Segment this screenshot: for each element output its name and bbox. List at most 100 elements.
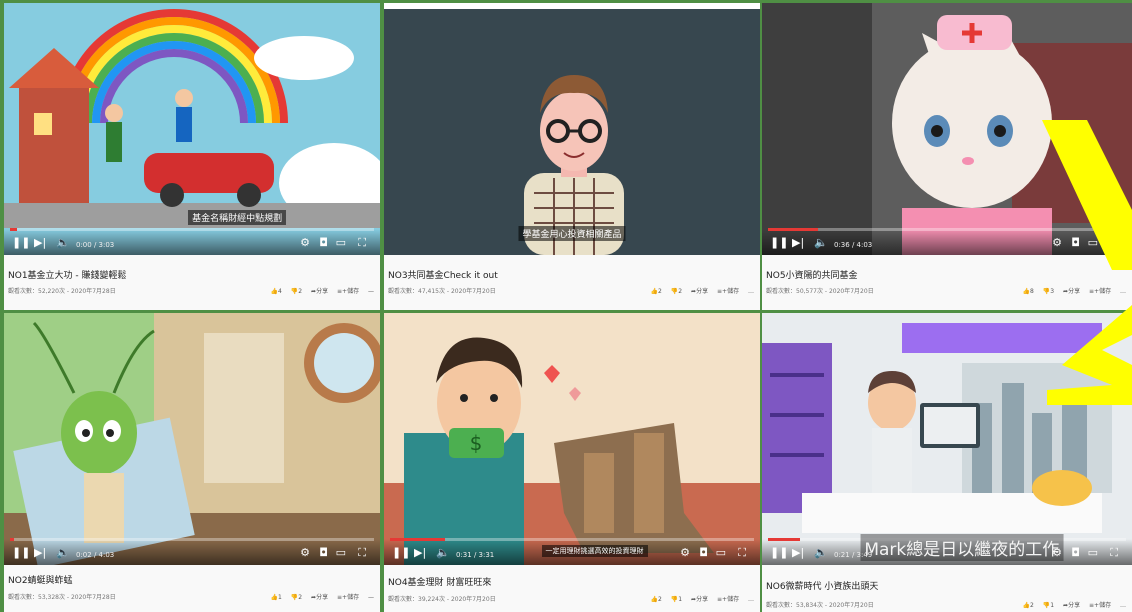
next-icon[interactable]: ▶| <box>34 546 46 560</box>
fullscreen-icon[interactable]: ⛶ <box>358 236 366 250</box>
share-icon[interactable]: ➦分享 <box>691 288 708 295</box>
dislike-count: 2 <box>298 594 303 601</box>
video-card-5[interactable]: $ 一定用理財挑選高效的投資理財 ❚❚ ▶| 🔈 0:31 / 3:31 ⚙ ◘… <box>384 313 760 612</box>
theater-icon[interactable]: ▭ <box>1088 546 1098 560</box>
volume-icon[interactable]: 🔈 <box>814 546 828 560</box>
video-card-2[interactable]: 學基金用心投資相關產品 NO3共同基金Check it out 觀看次數：47,… <box>384 3 760 310</box>
save-icon[interactable]: ≡+儲存 <box>1089 602 1111 609</box>
miniplayer-icon[interactable]: ◘ <box>699 546 708 560</box>
save-icon[interactable]: ≡+儲存 <box>717 596 739 603</box>
dislike-count: 1 <box>1050 602 1055 609</box>
svg-text:$: $ <box>470 431 483 455</box>
share-icon[interactable]: ➦分享 <box>311 594 328 601</box>
video-meta: 觀看次數：50,577次 - 2020年7月20日 <box>766 288 874 295</box>
video-thumbnail[interactable]: 基金名稱財經中點規劃 ❚❚ ▶| 🔈 0:00 / 3:03 ⚙ ◘ ▭ ⛶ <box>4 3 380 255</box>
video-actions: 👍1 👎2 ➦分享 ≡+儲存 — <box>264 592 374 601</box>
gear-icon[interactable]: ⚙ <box>1052 546 1062 560</box>
video-title[interactable]: NO4基金理財 財富旺旺來 <box>388 575 491 588</box>
theater-icon[interactable]: ▭ <box>336 236 346 250</box>
fullscreen-icon[interactable]: ⛶ <box>1110 546 1118 560</box>
save-label: 儲存 <box>347 288 360 295</box>
pause-icon[interactable]: ❚❚ <box>770 236 788 250</box>
video-actions: 👍2 👎2 ➦分享 ≡+儲存 … <box>644 286 754 295</box>
theater-icon[interactable]: ▭ <box>716 546 726 560</box>
video-thumbnail[interactable]: ❚❚ ▶| 🔈 0:02 / 4:03 ⚙ ◘ ▭ ⛶ <box>4 313 380 565</box>
save-icon[interactable]: ≡+儲存 <box>337 288 359 295</box>
video-actions: 👍2 👎1 ➦分享 ≡+儲存 … <box>644 594 754 603</box>
video-title[interactable]: NO3共同基金Check it out <box>388 268 498 281</box>
subtitle: 基金名稱財經中點規劃 <box>188 210 287 225</box>
time-display: 0:00 / 3:03 <box>76 241 115 249</box>
video-thumbnail[interactable]: $ 一定用理財挑選高效的投資理財 ❚❚ ▶| 🔈 0:31 / 3:31 ⚙ ◘… <box>384 313 760 565</box>
like-count: 4 <box>278 288 282 295</box>
thumbnail-art: $ <box>384 313 760 565</box>
thumbs-up-icon[interactable]: 👍2 <box>1023 602 1034 609</box>
progress-bar[interactable] <box>10 538 374 541</box>
volume-icon[interactable]: 🔈 <box>436 546 450 560</box>
progress-bar[interactable] <box>390 538 754 541</box>
thumbs-up-icon[interactable]: 👍2 <box>651 596 662 603</box>
thumbs-up-icon[interactable]: 👍8 <box>1023 288 1034 295</box>
volume-icon[interactable]: 🔈 <box>814 236 828 250</box>
pause-icon[interactable]: ❚❚ <box>392 546 410 560</box>
miniplayer-icon[interactable]: ◘ <box>319 546 328 560</box>
theater-icon[interactable]: ▭ <box>336 546 346 560</box>
more-icon[interactable]: … <box>748 288 754 295</box>
thumbs-up-icon[interactable]: 👍2 <box>651 288 662 295</box>
share-label: 分享 <box>1068 602 1081 609</box>
dislike-count: 1 <box>678 596 683 603</box>
thumbs-down-icon[interactable]: 👎1 <box>1043 602 1054 609</box>
like-count: 2 <box>658 288 662 295</box>
save-icon[interactable]: ≡+儲存 <box>717 288 739 295</box>
thumbs-down-icon[interactable]: 👎2 <box>671 288 682 295</box>
video-card-1[interactable]: 基金名稱財經中點規劃 ❚❚ ▶| 🔈 0:00 / 3:03 ⚙ ◘ ▭ ⛶ N… <box>4 3 380 310</box>
share-icon[interactable]: ➦分享 <box>1063 602 1080 609</box>
progress-bar[interactable] <box>10 228 374 231</box>
fullscreen-icon[interactable]: ⛶ <box>358 546 366 560</box>
gear-icon[interactable]: ⚙ <box>300 546 310 560</box>
save-icon[interactable]: ≡+儲存 <box>337 594 359 601</box>
video-thumbnail[interactable]: 學基金用心投資相關產品 <box>384 3 760 255</box>
time-display: 0:21 / 3:49 <box>834 551 873 559</box>
miniplayer-icon[interactable]: ◘ <box>319 236 328 250</box>
pause-icon[interactable]: ❚❚ <box>12 546 30 560</box>
more-icon[interactable]: — <box>368 288 374 295</box>
thumbs-up-icon[interactable]: 👍4 <box>271 288 282 295</box>
like-count: 1 <box>278 594 282 601</box>
share-icon[interactable]: ➦分享 <box>311 288 328 295</box>
save-label: 儲存 <box>727 596 740 603</box>
gear-icon[interactable]: ⚙ <box>680 546 690 560</box>
video-title[interactable]: NO5小資陽的共同基金 <box>766 268 858 281</box>
save-label: 儲存 <box>727 288 740 295</box>
video-title[interactable]: NO1基金立大功 - 賺錢變輕鬆 <box>8 268 127 281</box>
next-icon[interactable]: ▶| <box>792 236 804 250</box>
video-meta: 觀看次數：39,224次 - 2020年7月20日 <box>388 596 496 603</box>
video-title[interactable]: NO6微薪時代 小資族出頭天 <box>766 579 878 592</box>
thumbs-down-icon[interactable]: 👎2 <box>291 594 302 601</box>
video-card-4[interactable]: ❚❚ ▶| 🔈 0:02 / 4:03 ⚙ ◘ ▭ ⛶ NO2蜻蜓與蚱蜢 觀看次… <box>4 313 380 612</box>
more-icon[interactable]: … <box>1120 602 1126 609</box>
video-actions: 👍2 👎1 ➦分享 ≡+儲存 … <box>1016 600 1126 609</box>
next-icon[interactable]: ▶| <box>414 546 426 560</box>
gear-icon[interactable]: ⚙ <box>300 236 310 250</box>
thumbs-up-icon[interactable]: 👍1 <box>271 594 282 601</box>
save-label: 儲存 <box>1099 602 1112 609</box>
next-icon[interactable]: ▶| <box>792 546 804 560</box>
time-display: 0:36 / 4:03 <box>834 241 873 249</box>
thumbs-down-icon[interactable]: 👎1 <box>671 596 682 603</box>
more-icon[interactable]: — <box>368 594 374 601</box>
video-title[interactable]: NO2蜻蜓與蚱蜢 <box>8 573 73 586</box>
volume-icon[interactable]: 🔈 <box>56 236 70 250</box>
miniplayer-icon[interactable]: ◘ <box>1071 546 1080 560</box>
share-icon[interactable]: ➦分享 <box>691 596 708 603</box>
time-display: 0:31 / 3:31 <box>456 551 495 559</box>
dislike-count: 2 <box>678 288 683 295</box>
more-icon[interactable]: … <box>748 596 754 603</box>
fullscreen-icon[interactable]: ⛶ <box>738 546 746 560</box>
volume-icon[interactable]: 🔈 <box>56 546 70 560</box>
thumbs-down-icon[interactable]: 👎2 <box>291 288 302 295</box>
pause-icon[interactable]: ❚❚ <box>12 236 30 250</box>
next-icon[interactable]: ▶| <box>34 236 46 250</box>
thumbnail-art <box>384 3 760 255</box>
pause-icon[interactable]: ❚❚ <box>770 546 788 560</box>
